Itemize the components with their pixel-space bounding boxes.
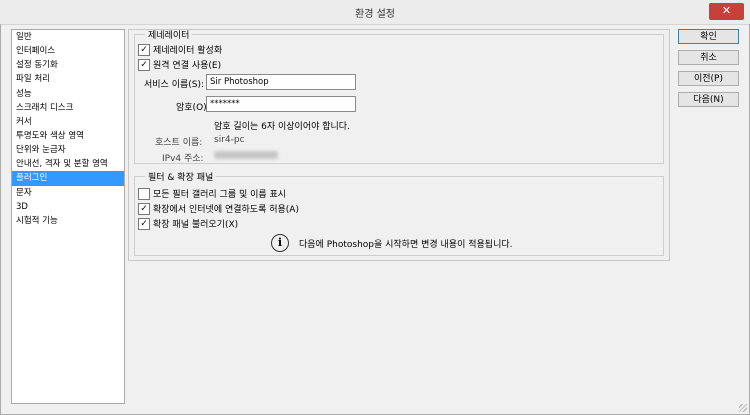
cancel-button[interactable]: 취소 bbox=[678, 50, 739, 65]
filters-legend: 필터 & 확장 패널 bbox=[148, 173, 214, 183]
generator-enable-checkbox[interactable]: ✓ 제네레이터 활성화 bbox=[138, 43, 222, 56]
category-item[interactable]: 시험적 기능 bbox=[12, 214, 124, 228]
category-item[interactable]: 단위와 눈금자 bbox=[12, 143, 124, 157]
category-item[interactable]: 문자 bbox=[12, 186, 124, 200]
category-item[interactable]: 커서 bbox=[12, 115, 124, 129]
category-item[interactable]: 일반 bbox=[12, 30, 124, 44]
checkbox-box[interactable]: ✓ bbox=[138, 43, 150, 56]
ipv4-value-redacted bbox=[214, 150, 278, 160]
category-list[interactable]: 일반 인터페이스 설정 동기화 파일 처리 성능 스크래치 디스크 커서 투명도와 색상 영역… bbox=[11, 29, 125, 404]
generator-enable-label: 제네레이터 활성화 bbox=[153, 46, 223, 56]
prev-button[interactable]: 이전(P) bbox=[678, 71, 739, 86]
next-button[interactable]: 다음(N) bbox=[678, 92, 739, 107]
load-panels-label: 확장 패널 불러오기(X) bbox=[153, 220, 239, 230]
remote-connection-checkbox[interactable]: ✓ 원격 연결 사용(E) bbox=[138, 58, 221, 71]
checkbox-box[interactable]: ✓ bbox=[138, 202, 150, 215]
generator-legend: 제네레이터 bbox=[148, 31, 190, 41]
category-item[interactable]: 스크래치 디스크 bbox=[12, 101, 124, 115]
category-item[interactable]: 파일 처리 bbox=[12, 72, 124, 86]
allow-internet-label: 확장에서 인터넷에 연결하도록 허용(A) bbox=[153, 205, 299, 215]
window-title: 환경 설정 bbox=[355, 9, 395, 20]
checkbox-box[interactable]: ✓ bbox=[138, 217, 150, 230]
settings-panel: 제네레이터 ✓ 제네레이터 활성화 ✓ 원격 연결 사용(E) 서비스 이름(S… bbox=[128, 28, 670, 261]
password-label: 암호(O): bbox=[176, 103, 210, 113]
password-hint: 암호 길이는 6자 이상이어야 합니다. bbox=[214, 122, 350, 132]
ipv4-label: IPv4 주소: bbox=[162, 154, 204, 164]
category-item[interactable]: 인터페이스 bbox=[12, 44, 124, 58]
checkbox-box[interactable]: ✓ bbox=[138, 58, 150, 71]
category-item[interactable]: 안내선, 격자 및 분할 영역 bbox=[12, 157, 124, 171]
category-item[interactable]: 설정 동기화 bbox=[12, 58, 124, 72]
host-name-label: 호스트 이름: bbox=[155, 138, 203, 148]
remote-connection-label: 원격 연결 사용(E) bbox=[153, 61, 222, 71]
service-name-input[interactable]: Sir Photoshop bbox=[206, 74, 356, 90]
title-bar: 환경 설정 ✕ bbox=[0, 0, 750, 25]
ok-button[interactable]: 확인 bbox=[678, 29, 739, 44]
host-name-value: sir4-pc bbox=[214, 135, 245, 145]
category-item[interactable]: 플러그인 bbox=[12, 171, 124, 186]
service-name-label: 서비스 이름(S): bbox=[144, 80, 205, 90]
close-button[interactable]: ✕ bbox=[709, 3, 744, 20]
resize-grip[interactable] bbox=[739, 404, 747, 412]
category-item[interactable]: 3D bbox=[12, 200, 124, 214]
category-item[interactable]: 투명도와 색상 영역 bbox=[12, 129, 124, 143]
show-all-filters-checkbox[interactable]: 모든 필터 갤러리 그룹 및 이름 표시 bbox=[138, 187, 286, 200]
show-all-filters-label: 모든 필터 갤러리 그룹 및 이름 표시 bbox=[153, 190, 287, 200]
checkbox-box[interactable] bbox=[138, 187, 150, 200]
info-icon: i bbox=[271, 234, 289, 252]
allow-internet-checkbox[interactable]: ✓ 확장에서 인터넷에 연결하도록 허용(A) bbox=[138, 202, 299, 215]
password-input[interactable]: ******* bbox=[206, 96, 356, 112]
load-panels-checkbox[interactable]: ✓ 확장 패널 불러오기(X) bbox=[138, 217, 238, 230]
restart-note: 다음에 Photoshop을 시작하면 변경 내용이 적용됩니다. bbox=[299, 240, 513, 250]
category-item[interactable]: 성능 bbox=[12, 87, 124, 101]
